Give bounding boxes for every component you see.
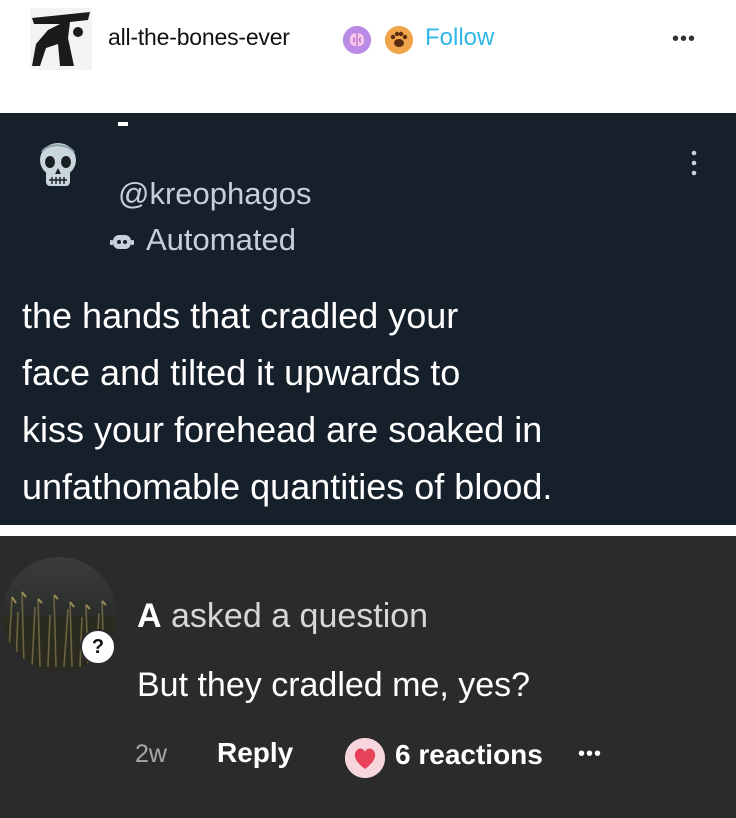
divider <box>0 525 736 536</box>
asker-name[interactable]: A <box>137 597 162 635</box>
reactions-count[interactable]: 6 reactions <box>395 739 543 771</box>
paw-badge-icon <box>385 26 413 54</box>
more-options-icon[interactable]: ••• <box>578 743 602 766</box>
follow-button[interactable]: Follow <box>425 24 494 52</box>
kebab-menu-icon[interactable] <box>688 148 700 178</box>
skull-avatar <box>36 140 80 194</box>
brain-badge-icon <box>343 26 371 54</box>
cropped-marker <box>118 122 128 126</box>
asked-question-label: asked a question <box>171 597 429 635</box>
post-header <box>0 0 736 113</box>
more-options-icon[interactable]: ••• <box>672 28 696 51</box>
timestamp: 2w <box>135 740 167 768</box>
heart-reaction-icon[interactable] <box>345 738 385 778</box>
tweet-line: unfathomable quantities of blood. <box>22 466 553 507</box>
question-badge-icon: ? <box>80 629 116 665</box>
username[interactable]: all-the-bones-ever <box>108 24 290 51</box>
asked-question-line: A asked a question <box>137 597 428 636</box>
tweet-line: kiss your forehead are soaked in <box>22 409 543 450</box>
tweet-line: face and tilted it upwards to <box>22 352 461 393</box>
tweet-handle[interactable]: @kreophagos <box>118 176 311 212</box>
automated-label: Automated <box>146 222 296 257</box>
avatar[interactable] <box>30 8 92 70</box>
question-text: But they cradled me, yes? <box>137 666 531 704</box>
tweet-text: the hands that cradled your face and til… <box>22 287 722 515</box>
robot-icon <box>110 232 134 252</box>
tweet-line: the hands that cradled your <box>22 295 459 336</box>
reply-button[interactable]: Reply <box>217 737 293 769</box>
